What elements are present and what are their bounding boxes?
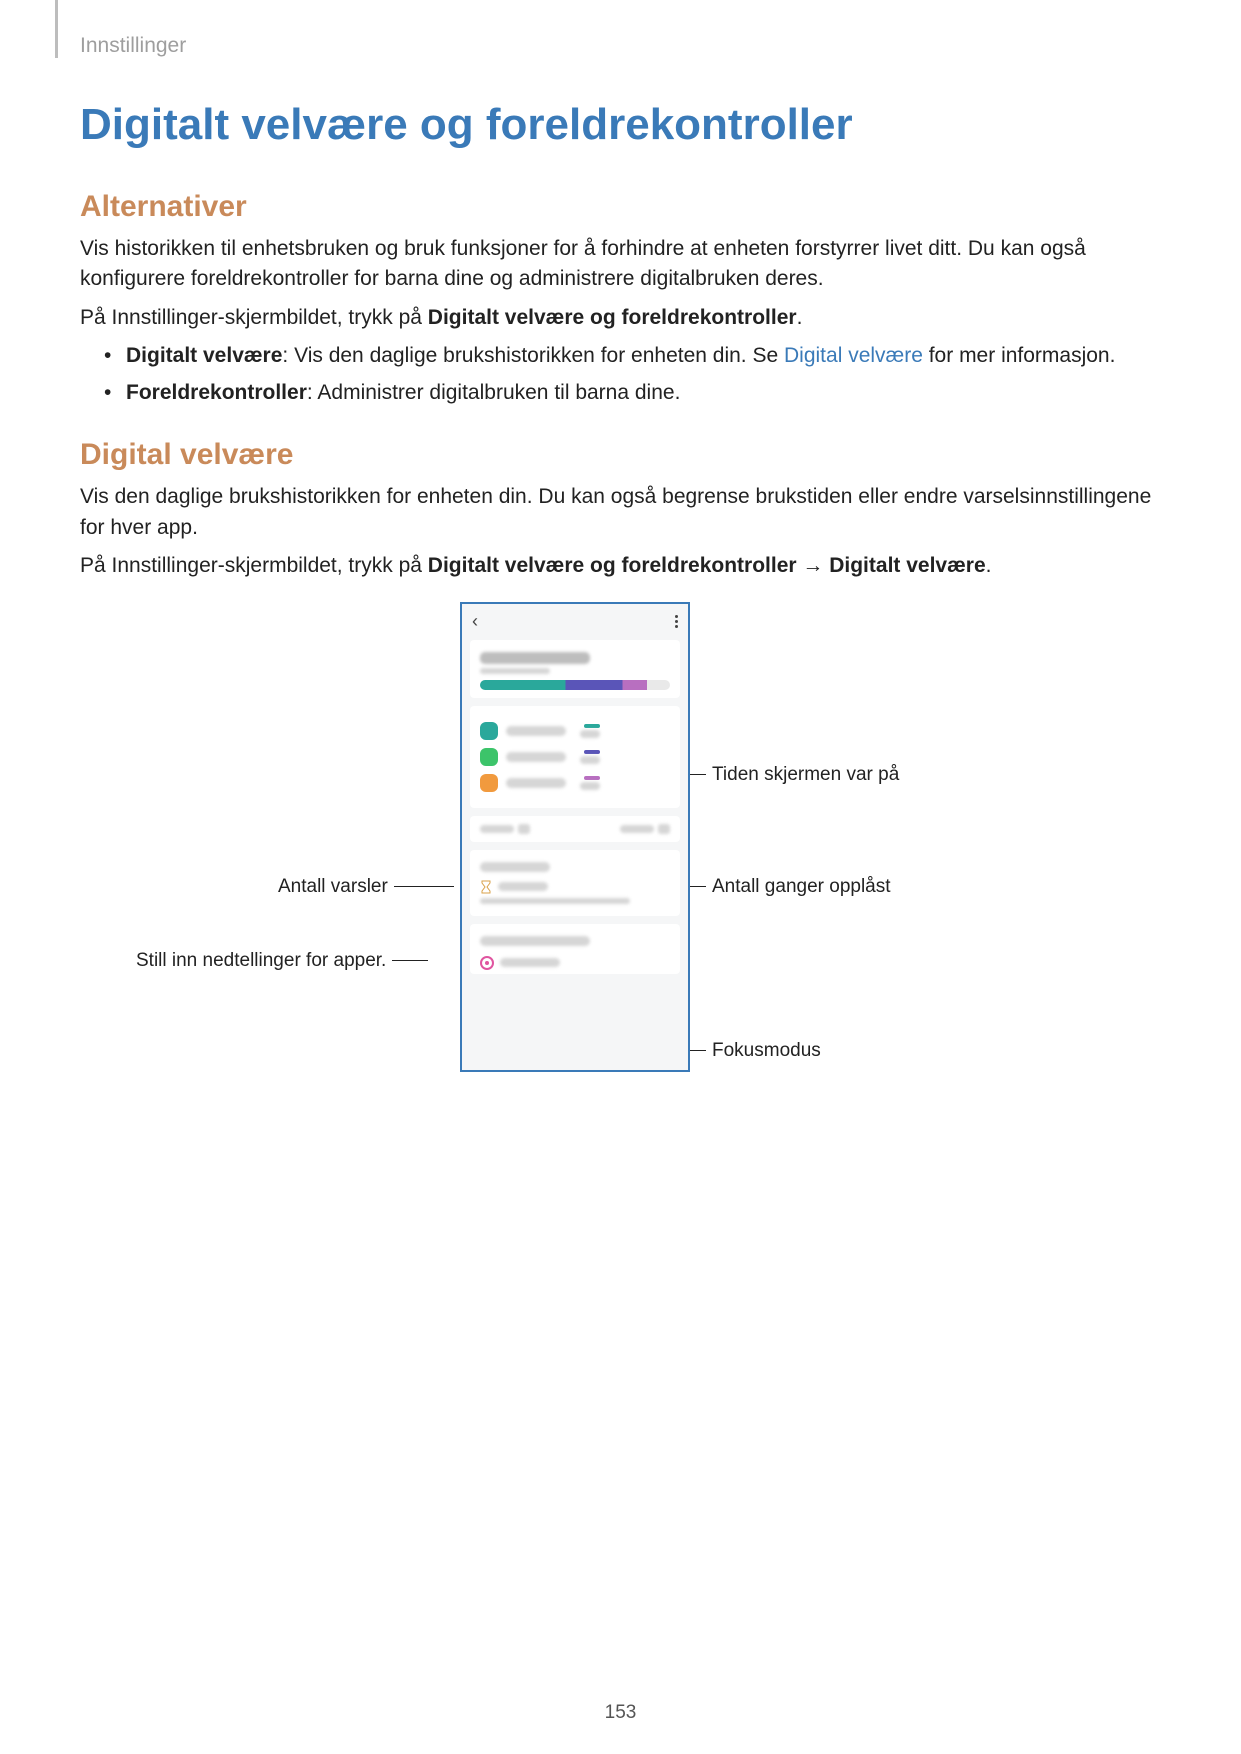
text: for mer informasjon. <box>923 344 1116 367</box>
phone-mockup: ‹ <box>460 602 690 1072</box>
text-bold: Digitalt velvære <box>126 344 282 367</box>
blur-text <box>498 882 548 891</box>
callout-notifications: Antall varsler <box>278 876 454 898</box>
text: . <box>986 554 992 577</box>
summary-card <box>470 640 680 698</box>
blur-text <box>518 824 530 834</box>
list-item: Digitalt velvære: Vis den daglige bruksh… <box>104 341 1161 371</box>
text: : Vis den daglige brukshistorikken for e… <box>282 344 784 367</box>
callout-focus: Fokusmodus <box>690 1040 821 1062</box>
text-bold: Digitalt velvære og foreldrekontroller <box>428 306 797 329</box>
blur-text <box>580 730 600 738</box>
callout-label: Fokusmodus <box>712 1040 821 1062</box>
blur-text <box>658 824 670 834</box>
callout-label: Still inn nedtellinger for apper. <box>136 950 386 972</box>
app-row[interactable] <box>480 774 670 792</box>
dash-icon <box>584 776 600 780</box>
text: : Administrer digitalbruken til barna di… <box>307 381 681 404</box>
callout-label: Antall varsler <box>278 876 388 898</box>
paragraph: Vis historikken til enhetsbruken og bruk… <box>80 234 1161 295</box>
blur-text <box>580 782 600 790</box>
paragraph: På Innstillinger-skjermbildet, trykk på … <box>80 303 1161 333</box>
bullet-list: Digitalt velvære: Vis den daglige bruksh… <box>104 341 1161 408</box>
heading-digital-velvaere: Digital velvære <box>80 438 1161 472</box>
back-icon[interactable]: ‹ <box>472 611 478 632</box>
blur-text <box>500 958 560 967</box>
dash-icon <box>584 724 600 728</box>
text: På Innstillinger-skjermbildet, trykk på <box>80 306 428 329</box>
blur-text <box>506 778 566 788</box>
focus-mode-row[interactable] <box>480 956 670 970</box>
blur-text <box>580 756 600 764</box>
page-title: Digitalt velvære og foreldrekontroller <box>80 100 1161 150</box>
text-bold: Digitalt velvære <box>829 554 985 577</box>
app-row[interactable] <box>480 748 670 766</box>
blur-text <box>480 825 514 833</box>
paragraph: På Innstillinger-skjermbildet, trykk på … <box>80 551 1161 581</box>
callout-unlocks: Antall ganger opplåst <box>690 876 891 898</box>
goals-card <box>470 850 680 916</box>
paragraph: Vis den daglige brukshistorikken for enh… <box>80 482 1161 543</box>
blur-text <box>480 668 550 674</box>
link-digital-velvaere[interactable]: Digital velvære <box>784 344 923 367</box>
focus-icon <box>480 956 494 970</box>
callout-label: Tiden skjermen var på <box>712 764 899 786</box>
list-item: Foreldrekontroller: Administrer digitalb… <box>104 378 1161 408</box>
blur-text <box>480 936 590 946</box>
app-icon <box>480 774 498 792</box>
callout-label: Antall ganger opplåst <box>712 876 891 898</box>
blur-text <box>480 862 550 872</box>
stats-card <box>470 816 680 842</box>
app-list-card <box>470 706 680 808</box>
figure: ‹ <box>80 602 1161 1102</box>
text-bold: Digitalt velvære og foreldrekontroller <box>428 554 797 577</box>
blur-text <box>480 652 590 664</box>
app-timers-row[interactable] <box>480 880 670 894</box>
text: På Innstillinger-skjermbildet, trykk på <box>80 554 428 577</box>
blur-text <box>620 825 654 833</box>
breadcrumb: Innstillinger <box>80 34 186 58</box>
app-icon <box>480 748 498 766</box>
dash-icon <box>584 750 600 754</box>
blur-text <box>506 726 566 736</box>
heading-alternativer: Alternativer <box>80 190 1161 224</box>
text: . <box>797 306 803 329</box>
app-icon <box>480 722 498 740</box>
page-number: 153 <box>0 1702 1241 1724</box>
hourglass-icon <box>480 880 492 894</box>
blur-text <box>480 898 630 904</box>
blur-text <box>506 752 566 762</box>
app-row[interactable] <box>480 722 670 740</box>
callout-timers: Still inn nedtellinger for apper. <box>136 950 428 972</box>
usage-bar <box>480 680 670 690</box>
more-icon[interactable] <box>675 613 678 630</box>
side-rule <box>55 0 58 58</box>
callout-screen-time: Tiden skjermen var på <box>690 764 899 786</box>
text-bold: Foreldrekontroller <box>126 381 307 404</box>
disconnect-card <box>470 924 680 974</box>
text: → <box>797 554 830 577</box>
phone-topbar: ‹ <box>462 604 688 640</box>
